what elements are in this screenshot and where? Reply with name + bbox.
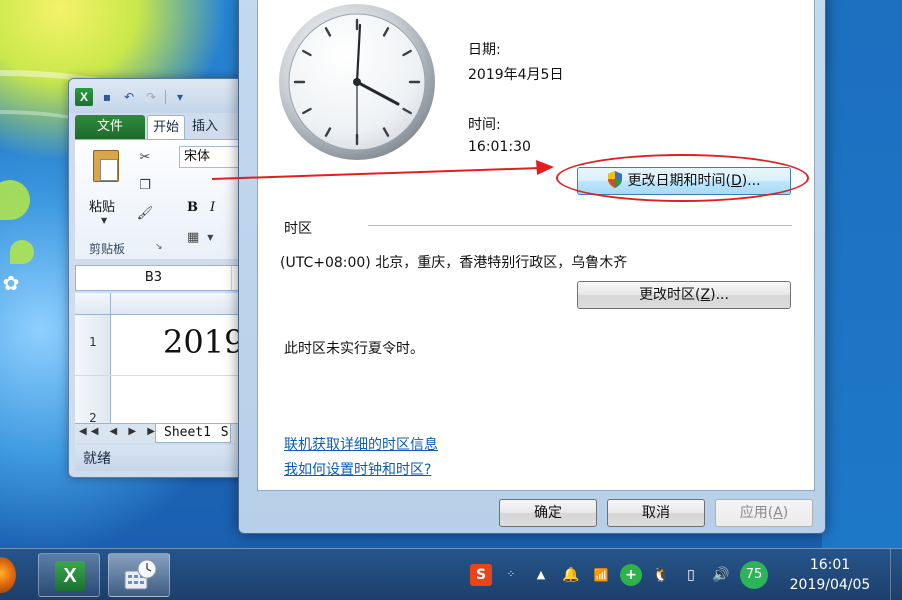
analog-clock-icon [279, 4, 435, 160]
name-box[interactable]: B3 [76, 266, 232, 290]
wallpaper-leaf [10, 240, 34, 264]
start-button[interactable] [0, 553, 28, 597]
annotation-red-ellipse [556, 154, 809, 202]
copy-icon[interactable]: ❐ [133, 178, 157, 206]
system-tray: S ⁘ ▲ 🔔 📶 + 🐧 ▯ 🔊 75 [470, 561, 768, 589]
show-hidden-icons-icon[interactable]: ▲ [530, 564, 552, 586]
paste-dropdown-icon[interactable]: ▼ [101, 216, 107, 225]
format-painter-icon[interactable]: 🖌 [133, 206, 157, 234]
date-time-icon [124, 559, 157, 590]
clipboard-group: 粘贴 ▼ 剪贴板 ↘ [79, 146, 163, 256]
undo-icon[interactable]: ↶ [121, 89, 137, 105]
device-icon[interactable]: ▯ [680, 564, 702, 586]
wallpaper-flower: ✿ [2, 271, 20, 295]
change-timezone-button[interactable]: 更改时区(Z)... [577, 281, 791, 309]
online-timezone-info-link[interactable]: 联机获取详细的时区信息 [284, 434, 438, 454]
status-text: 就绪 [83, 451, 111, 467]
borders-icon[interactable]: ▦ [187, 230, 199, 246]
taskbar-clock[interactable]: 16:01 2019/04/05 [780, 555, 880, 595]
paste-icon[interactable] [93, 150, 119, 182]
clipboard-group-label: 剪贴板 [89, 242, 126, 256]
row-number-1[interactable]: 1 [75, 335, 111, 349]
timezone-value: (UTC+08:00) 北京，重庆，香港特别行政区，乌鲁木齐 [280, 255, 628, 271]
tab-home[interactable]: 开始 [147, 115, 186, 139]
tab-insert[interactable]: 插入 [187, 115, 223, 139]
date-value: 2019年4月5日 [468, 67, 564, 83]
clipboard-tools: ✂ ❐ 🖌 [133, 150, 157, 234]
ok-button[interactable]: 确定 [499, 499, 597, 527]
excel-icon: X [55, 561, 85, 591]
clipboard-launcher-icon[interactable]: ↘ [155, 242, 163, 252]
taskbar: X S ⁘ ▲ 🔔 📶 + 🐧 ▯ 🔊 75 16:01 2019/04/05 [0, 548, 902, 600]
network-signal-icon[interactable]: 📶 [590, 564, 612, 586]
time-label: 时间: [468, 117, 501, 133]
apply-button[interactable]: 应用(A) [715, 499, 813, 527]
show-desktop-button[interactable] [890, 549, 902, 600]
excel-app-icon[interactable]: X [75, 88, 93, 106]
start-orb-icon [0, 557, 16, 593]
clock-date: 2019/04/05 [789, 577, 871, 593]
date-label: 日期: [468, 42, 501, 58]
how-to-set-clock-link[interactable]: 我如何设置时钟和时区? [284, 459, 431, 479]
paste-button[interactable]: 粘贴 [89, 196, 115, 215]
dst-note: 此时区未实行夏令时。 [284, 341, 424, 357]
clock-time: 16:01 [809, 557, 851, 573]
borders-dropdown-icon[interactable]: ▼ [207, 230, 213, 246]
tray-badge-75[interactable]: 75 [740, 561, 768, 589]
redo-icon[interactable]: ↷ [143, 89, 159, 105]
cell-b1-value[interactable]: 2019 [163, 323, 244, 361]
bold-button[interactable]: B [187, 200, 198, 215]
date-time-dialog: 日期: 2019年4月5日 时间: 16:01:30 更改日期和时间(D)...… [238, 0, 826, 534]
save-icon[interactable]: ▪ [99, 89, 115, 105]
tab-file[interactable]: 文件 [75, 115, 145, 139]
qq-icon[interactable]: 🐧 [650, 564, 672, 586]
cancel-button[interactable]: 取消 [607, 499, 705, 527]
select-all-corner[interactable] [75, 293, 111, 315]
taskbar-date-time[interactable] [108, 553, 170, 597]
wallpaper-right [822, 0, 902, 548]
ribbon-tabs: 文件 开始 插入 [75, 115, 223, 139]
timezone-section-header: 时区 [284, 221, 312, 237]
border-row: ▦ ▼ [187, 230, 213, 246]
sheet-tab-sheet1[interactable]: Sheet1 S [155, 424, 231, 443]
qat-separator [165, 90, 166, 104]
security-plus-icon[interactable]: + [620, 564, 642, 586]
wallpaper-leaf [0, 180, 30, 220]
timezone-divider [368, 225, 792, 226]
sogou-input-icon[interactable]: S [470, 564, 492, 586]
date-time-tab-panel: 日期: 2019年4月5日 时间: 16:01:30 更改日期和时间(D)...… [257, 0, 815, 491]
notification-bell-icon[interactable]: 🔔 [560, 564, 582, 586]
cut-icon[interactable]: ✂ [133, 150, 157, 178]
time-value: 16:01:30 [468, 139, 531, 155]
quick-access-toolbar: X ▪ ↶ ↷ ▾ [75, 88, 188, 106]
volume-icon[interactable]: 🔊 [710, 564, 732, 586]
customize-qat-icon[interactable]: ▾ [172, 89, 188, 105]
input-options-icon[interactable]: ⁘ [500, 564, 522, 586]
taskbar-excel[interactable]: X [38, 553, 100, 597]
italic-button[interactable]: I [210, 200, 215, 215]
font-format-row: B I [187, 200, 215, 215]
